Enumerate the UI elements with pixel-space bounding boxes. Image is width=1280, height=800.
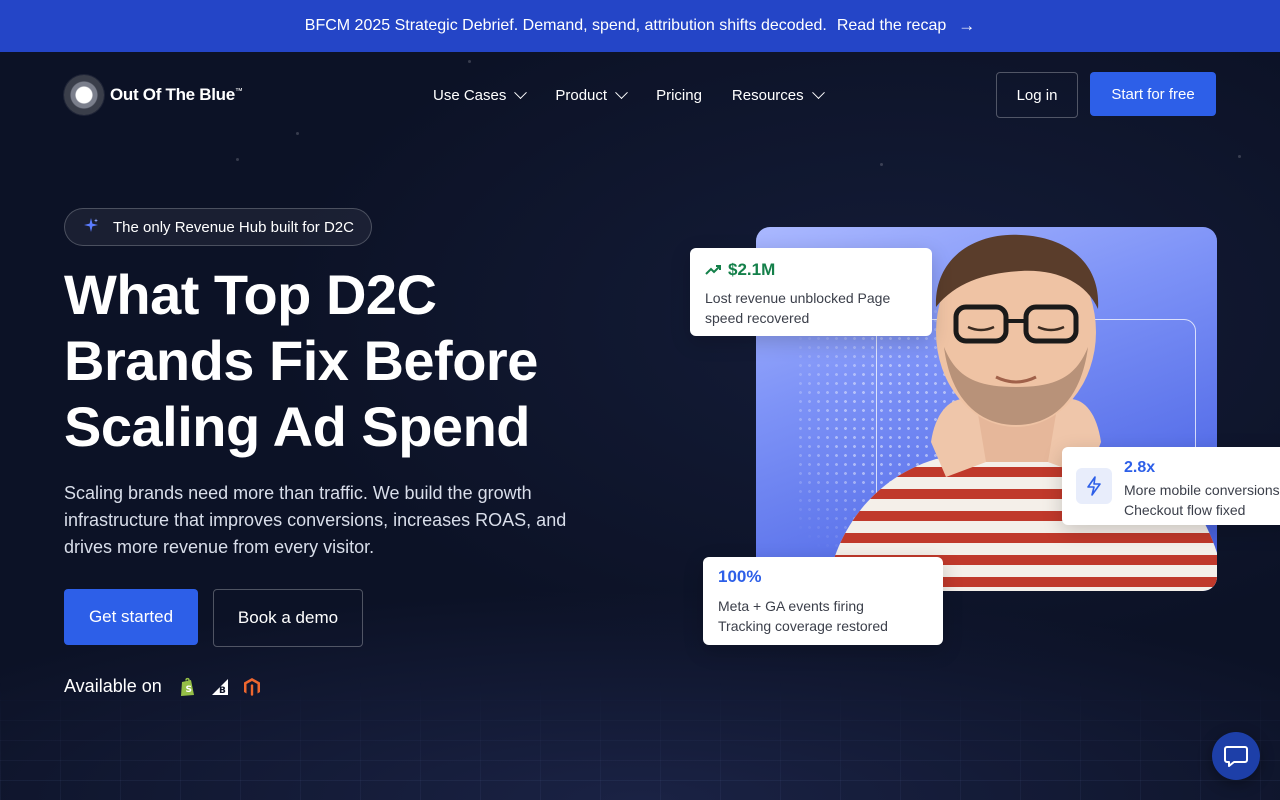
star-dot bbox=[880, 163, 883, 166]
nav-item-product[interactable]: Product bbox=[555, 85, 628, 104]
announcement-text: BFCM 2025 Strategic Debrief. Demand, spe… bbox=[304, 17, 827, 34]
nav-actions: Log in Start for free bbox=[996, 72, 1216, 118]
logo-mark-icon bbox=[64, 75, 104, 115]
main-nav: Out Of The Blue™ Use Cases Product Prici… bbox=[64, 72, 1216, 118]
bigcommerce-icon[interactable]: B bbox=[210, 677, 230, 697]
login-button[interactable]: Log in bbox=[996, 72, 1078, 118]
available-label: Available on bbox=[64, 676, 162, 696]
hero-title-line: Scaling Ad Spend bbox=[64, 395, 530, 458]
nav-item-resources[interactable]: Resources bbox=[731, 85, 825, 104]
nav-item-label: Product bbox=[555, 86, 608, 104]
hero-title: What Top D2C Brands Fix Before Scaling A… bbox=[64, 262, 584, 460]
shopify-icon[interactable]: S bbox=[178, 677, 198, 697]
stat-description: Lost revenue unblocked Page speed recove… bbox=[705, 290, 891, 326]
stat-card-revenue: $2.1M Lost revenue unblocked Page speed … bbox=[690, 248, 932, 336]
grid-floor-decoration bbox=[0, 680, 1280, 800]
announcement-link-label: Read the recap bbox=[836, 17, 947, 34]
sparkle-icon bbox=[83, 217, 99, 238]
badge-text: The only Revenue Hub built for D2C bbox=[113, 218, 354, 236]
chevron-down-icon bbox=[811, 85, 825, 99]
chevron-down-icon bbox=[514, 85, 528, 99]
star-dot bbox=[468, 60, 471, 63]
hero-title-line: Brands Fix Before bbox=[64, 329, 538, 392]
stat-description: More mobile conversions Checkout flow fi… bbox=[1124, 482, 1280, 518]
star-dot bbox=[296, 132, 299, 135]
hero-title-line: What Top D2C bbox=[64, 263, 437, 326]
nav-item-label: Use Cases bbox=[433, 86, 507, 104]
stat-value: 100% bbox=[718, 567, 762, 586]
book-demo-button[interactable]: Book a demo bbox=[213, 589, 363, 647]
brand-name: Out Of The Blue™ bbox=[110, 85, 243, 104]
star-dot bbox=[236, 158, 239, 161]
stat-card-tracking: 100% Meta + GA events firing Tracking co… bbox=[703, 557, 943, 645]
start-free-button[interactable]: Start for free bbox=[1090, 72, 1216, 116]
stat-description: Meta + GA events firing Tracking coverag… bbox=[718, 598, 888, 634]
hero-badge: The only Revenue Hub built for D2C bbox=[64, 208, 372, 246]
svg-text:S: S bbox=[185, 685, 191, 695]
platform-list: S B bbox=[178, 677, 262, 697]
stat-value: $2.1M bbox=[705, 260, 917, 280]
get-started-button[interactable]: Get started bbox=[64, 589, 198, 645]
stat-value: 2.8x bbox=[1124, 459, 1156, 476]
announcement-bar: BFCM 2025 Strategic Debrief. Demand, spe… bbox=[0, 0, 1280, 52]
star-dot bbox=[1238, 155, 1241, 158]
chat-bubble-icon bbox=[1224, 746, 1248, 767]
nav-links: Use Cases Product Pricing Resources bbox=[433, 85, 825, 104]
stat-card-conversions: 2.8x More mobile conversions Checkout fl… bbox=[1062, 447, 1280, 525]
magento-icon[interactable] bbox=[242, 677, 262, 697]
chat-widget-button[interactable] bbox=[1212, 732, 1260, 780]
brand-logo[interactable]: Out Of The Blue™ bbox=[64, 75, 243, 115]
lightning-icon bbox=[1076, 468, 1112, 504]
available-on: Available on S B bbox=[64, 676, 262, 697]
trend-up-icon bbox=[705, 265, 721, 275]
nav-item-label: Resources bbox=[731, 86, 804, 104]
arrow-right-icon: → bbox=[958, 16, 976, 35]
hero-subtitle: Scaling brands need more than traffic. W… bbox=[64, 483, 567, 557]
svg-text:B: B bbox=[219, 686, 226, 696]
chevron-down-icon bbox=[615, 85, 628, 99]
nav-item-label: Pricing bbox=[656, 86, 702, 104]
nav-item-pricing[interactable]: Pricing bbox=[656, 87, 702, 104]
nav-item-use-cases[interactable]: Use Cases bbox=[433, 85, 528, 104]
announcement-link[interactable]: Read the recap → bbox=[837, 16, 975, 36]
